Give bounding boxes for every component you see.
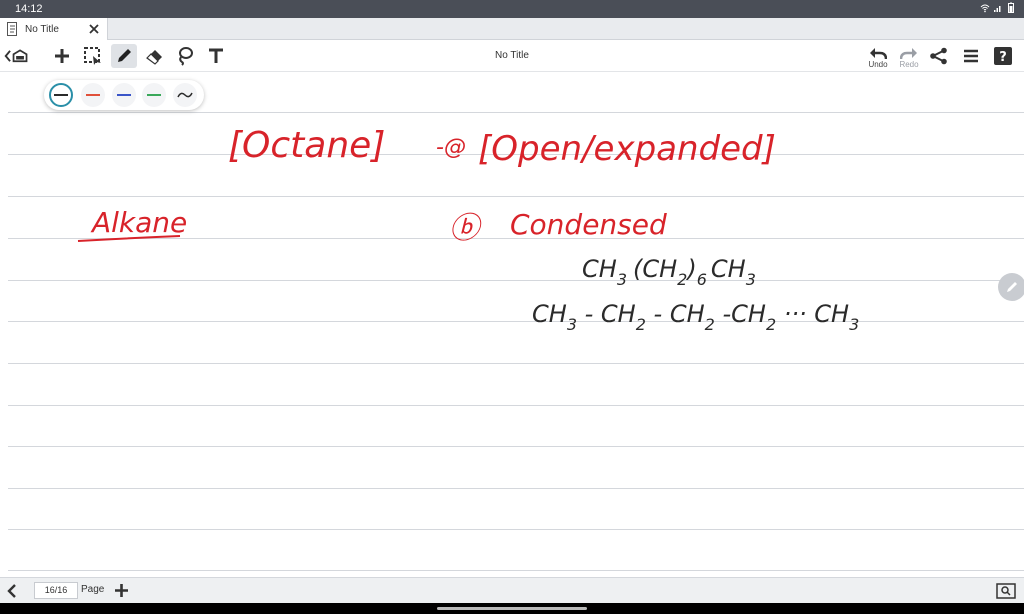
swatch-black[interactable]: [49, 83, 73, 107]
lasso-tool[interactable]: [172, 44, 198, 68]
selection-icon: [84, 47, 101, 65]
menu-button[interactable]: [958, 44, 984, 68]
back-library-icon: [4, 49, 28, 63]
pencil-icon: [1007, 282, 1017, 292]
ruled-line: [8, 280, 1024, 281]
ruled-line: [8, 321, 1024, 322]
undo-label: Undo: [868, 60, 888, 69]
hamburger-icon: [964, 49, 978, 63]
text-tool[interactable]: [203, 44, 229, 68]
ruled-line: [8, 363, 1024, 364]
undo-icon: [870, 48, 887, 60]
bottom-bar: 16/16 Page: [0, 577, 1024, 603]
battery-icon: [1008, 2, 1014, 13]
system-nav-bar: [0, 603, 1024, 614]
swatch-stroke: [54, 94, 68, 96]
tab-title: No Title: [25, 23, 59, 35]
system-icons: [980, 2, 1016, 14]
ruled-line: [8, 488, 1024, 489]
chevron-left-icon[interactable]: [7, 584, 17, 598]
wave-stroke-icon: [177, 92, 193, 98]
zoom-icon[interactable]: [996, 583, 1016, 599]
swatch-stroke: [147, 94, 161, 96]
ruled-line: [8, 112, 1024, 113]
close-icon[interactable]: [87, 22, 101, 36]
plus-icon: [55, 49, 69, 63]
swatch-stroke: [86, 94, 100, 96]
tab-bar: No Title: [0, 18, 1024, 40]
share-icon: [930, 47, 947, 65]
swatch-pattern[interactable]: [173, 83, 197, 107]
redo-icon: [900, 48, 917, 60]
status-bar: 14:12: [0, 0, 1024, 18]
pen-icon: [118, 49, 131, 62]
lasso-select-tool[interactable]: [80, 44, 106, 68]
text-icon: [209, 48, 223, 63]
ruled-line: [8, 238, 1024, 239]
note-canvas[interactable]: [0, 72, 1024, 577]
help-icon: ?: [994, 47, 1012, 65]
home-gesture-handle[interactable]: [437, 607, 587, 610]
swatch-stroke: [117, 94, 131, 96]
notebook-icon: [7, 22, 17, 36]
svg-text:?: ?: [999, 50, 1007, 65]
status-time: 14:12: [15, 3, 43, 15]
ruled-line: [8, 529, 1024, 530]
lasso-icon: [179, 47, 193, 66]
page-count[interactable]: 16/16: [34, 582, 78, 599]
eraser-icon: [146, 50, 162, 65]
tab-no-title[interactable]: No Title: [0, 18, 108, 40]
page-label: Page: [81, 584, 105, 595]
pen-tool[interactable]: [111, 44, 137, 68]
ruled-line: [8, 154, 1024, 155]
share-button[interactable]: [926, 44, 952, 68]
swatch-green[interactable]: [142, 83, 166, 107]
add-page-icon[interactable]: [114, 583, 129, 598]
swatch-red[interactable]: [81, 83, 105, 107]
ruled-line: [8, 196, 1024, 197]
help-button[interactable]: ?: [990, 44, 1016, 68]
ruled-line: [8, 405, 1024, 406]
wifi-icon: [980, 4, 990, 13]
ruled-line: [8, 570, 1024, 571]
toolbar: No Title Undo Redo ?: [0, 40, 1024, 72]
redo-label: Redo: [899, 60, 919, 69]
swatch-blue[interactable]: [112, 83, 136, 107]
signal-icon: [994, 6, 1001, 12]
back-to-library-button[interactable]: [4, 44, 30, 68]
eraser-tool[interactable]: [142, 44, 168, 68]
pen-color-palette: [44, 80, 204, 110]
add-button[interactable]: [49, 44, 75, 68]
ruled-line: [8, 446, 1024, 447]
floating-edit-button[interactable]: [998, 273, 1024, 301]
